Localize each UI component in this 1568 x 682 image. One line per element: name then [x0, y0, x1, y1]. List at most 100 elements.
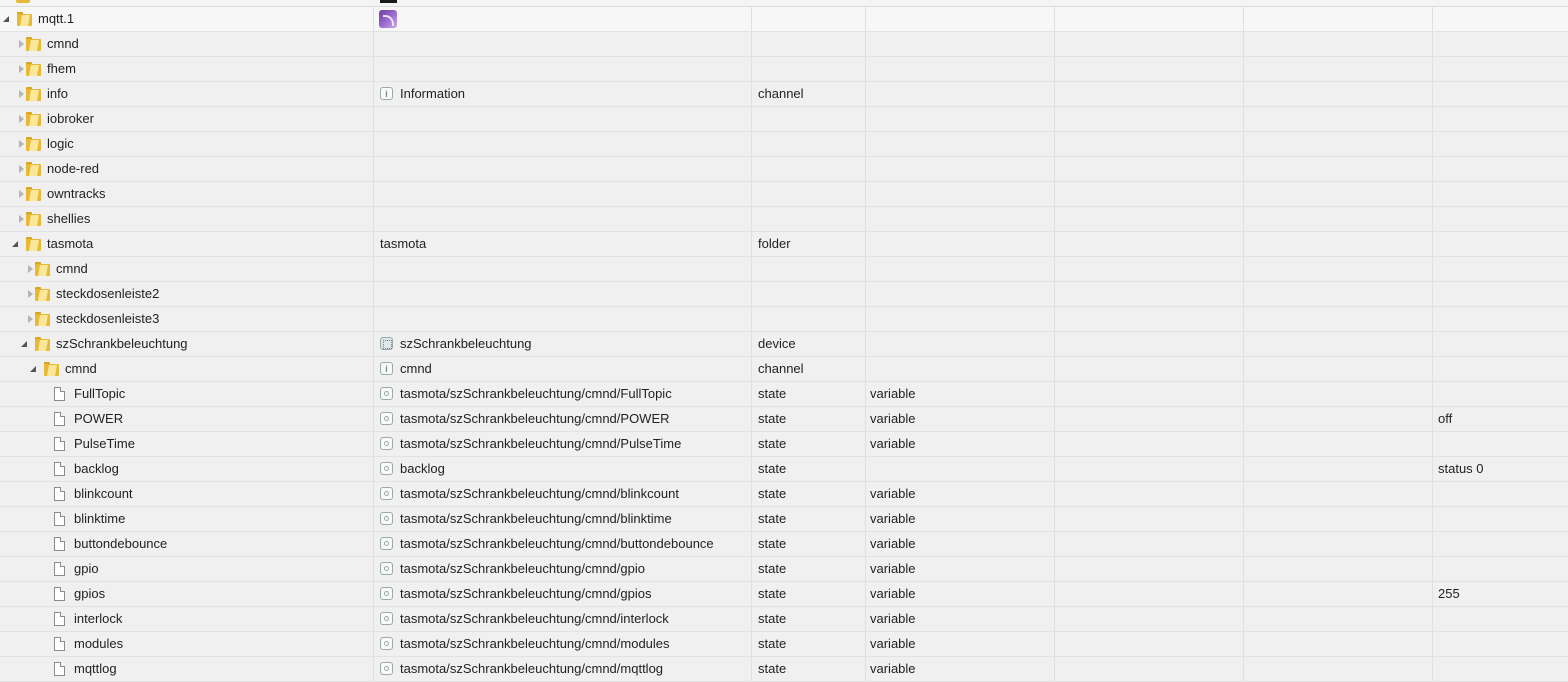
tree-row[interactable]: blinktime tasmota/szSchrankbeleuchtung/cm…	[0, 507, 1568, 532]
object-name: szSchrankbeleuchtung	[400, 336, 532, 351]
tree-row[interactable]: logic	[0, 132, 1568, 157]
tree-row[interactable]: steckdosenleiste3	[0, 307, 1568, 332]
tree-row[interactable]: cmnd	[0, 257, 1568, 282]
object-name: tasmota/szSchrankbeleuchtung/cmnd/PulseT…	[400, 436, 682, 451]
expand-icon[interactable]	[19, 190, 24, 198]
object-type	[752, 32, 866, 56]
name-cell: tasmota/szSchrankbeleuchtung/cmnd/blinkc…	[374, 482, 752, 506]
object-value[interactable]	[1433, 307, 1568, 331]
object-value[interactable]	[1433, 232, 1568, 256]
tree-row[interactable]: interlock tasmota/szSchrankbeleuchtung/cm…	[0, 607, 1568, 632]
tree-row[interactable]: cmnd cmnd channel	[0, 357, 1568, 382]
object-value[interactable]: off	[1433, 407, 1568, 431]
object-value[interactable]	[1433, 507, 1568, 531]
folder-icon	[26, 162, 42, 176]
expand-icon[interactable]	[28, 265, 33, 273]
room-cell	[1055, 57, 1244, 81]
object-value[interactable]	[1433, 357, 1568, 381]
object-type: state	[752, 382, 866, 406]
object-value[interactable]	[1433, 257, 1568, 281]
room-cell	[1055, 407, 1244, 431]
expand-icon[interactable]	[28, 290, 33, 298]
room-cell	[1055, 7, 1244, 31]
object-value[interactable]	[1433, 132, 1568, 156]
object-value[interactable]	[1433, 282, 1568, 306]
tree-row[interactable]: info Information channel	[0, 82, 1568, 107]
tree-row[interactable]: gpio tasmota/szSchrankbeleuchtung/cmnd/gp…	[0, 557, 1568, 582]
tree-row[interactable]: iobroker	[0, 107, 1568, 132]
tree-row[interactable]: node-red	[0, 157, 1568, 182]
object-value[interactable]: 255	[1433, 582, 1568, 606]
object-type	[752, 132, 866, 156]
object-value[interactable]	[1433, 532, 1568, 556]
tree-row[interactable]: POWER tasmota/szSchrankbeleuchtung/cmnd/P…	[0, 407, 1568, 432]
tree-row[interactable]: cmnd	[0, 32, 1568, 57]
object-name: tasmota/szSchrankbeleuchtung/cmnd/FullTo…	[400, 386, 672, 401]
function-cell	[1244, 632, 1433, 656]
tree-row[interactable]: PulseTime tasmota/szSchrankbeleuchtung/cm…	[0, 432, 1568, 457]
object-type	[752, 57, 866, 81]
tree-row[interactable]: owntracks	[0, 182, 1568, 207]
object-name: backlog	[400, 461, 445, 476]
expand-icon[interactable]	[19, 65, 24, 73]
expand-icon[interactable]	[19, 90, 24, 98]
tree-row[interactable]: modules tasmota/szSchrankbeleuchtung/cmnd…	[0, 632, 1568, 657]
tree-row[interactable]: mqtt.1	[0, 7, 1568, 32]
tree-row[interactable]: steckdosenleiste2	[0, 282, 1568, 307]
id-cell: POWER	[0, 407, 374, 431]
room-cell	[1055, 182, 1244, 206]
object-value[interactable]	[1433, 607, 1568, 631]
object-value[interactable]	[1433, 632, 1568, 656]
object-value[interactable]	[1433, 657, 1568, 681]
object-value[interactable]	[1433, 82, 1568, 106]
object-value[interactable]	[1433, 157, 1568, 181]
expand-icon[interactable]	[19, 215, 24, 223]
object-role	[866, 307, 1055, 331]
object-id: cmnd	[47, 36, 79, 51]
expand-icon[interactable]	[19, 140, 24, 148]
tree-row[interactable]: fhem	[0, 57, 1568, 82]
tree-row[interactable]: mqttlog tasmota/szSchrankbeleuchtung/cmnd…	[0, 657, 1568, 682]
object-value[interactable]: status 0	[1433, 457, 1568, 481]
tree-row[interactable]: backlog backlog state status 0	[0, 457, 1568, 482]
object-value[interactable]	[1433, 182, 1568, 206]
object-value[interactable]	[1433, 57, 1568, 81]
object-id: fhem	[47, 61, 76, 76]
collapse-icon[interactable]	[21, 341, 27, 347]
tree-row[interactable]: szSchrankbeleuchtung szSchrankbeleuchtung…	[0, 332, 1568, 357]
tree-row[interactable]: tasmota tasmota folder	[0, 232, 1568, 257]
folder-icon	[35, 312, 51, 326]
id-cell: blinkcount	[0, 482, 374, 506]
expand-icon[interactable]	[19, 165, 24, 173]
tree-row[interactable]: FullTopic tasmota/szSchrankbeleuchtung/cm…	[0, 382, 1568, 407]
object-value[interactable]	[1433, 207, 1568, 231]
object-value[interactable]	[1433, 557, 1568, 581]
object-id: shellies	[47, 211, 91, 226]
object-value[interactable]	[1433, 332, 1568, 356]
object-value[interactable]	[1433, 482, 1568, 506]
collapse-icon[interactable]	[12, 241, 18, 247]
folder-icon	[26, 187, 42, 201]
tree-row[interactable]: blinkcount tasmota/szSchrankbeleuchtung/c…	[0, 482, 1568, 507]
object-value[interactable]	[1433, 432, 1568, 456]
tree-row[interactable]: gpios tasmota/szSchrankbeleuchtung/cmnd/g…	[0, 582, 1568, 607]
function-cell	[1244, 332, 1433, 356]
object-value[interactable]	[1433, 32, 1568, 56]
collapse-icon[interactable]	[3, 16, 9, 22]
function-cell	[1244, 7, 1433, 31]
object-value[interactable]	[1433, 107, 1568, 131]
object-name: tasmota/szSchrankbeleuchtung/cmnd/gpio	[400, 561, 645, 576]
tree-row[interactable]: shellies	[0, 207, 1568, 232]
file-icon	[54, 512, 65, 526]
room-cell	[1055, 357, 1244, 381]
tree-row[interactable]: buttondebounce tasmota/szSchrankbeleuchtu…	[0, 532, 1568, 557]
expand-icon[interactable]	[19, 115, 24, 123]
name-cell	[374, 7, 752, 31]
expand-icon[interactable]	[28, 315, 33, 323]
collapse-icon[interactable]	[30, 366, 36, 372]
object-role	[866, 132, 1055, 156]
object-value[interactable]	[1433, 7, 1568, 31]
name-cell	[374, 307, 752, 331]
object-value[interactable]	[1433, 382, 1568, 406]
expand-icon[interactable]	[19, 40, 24, 48]
